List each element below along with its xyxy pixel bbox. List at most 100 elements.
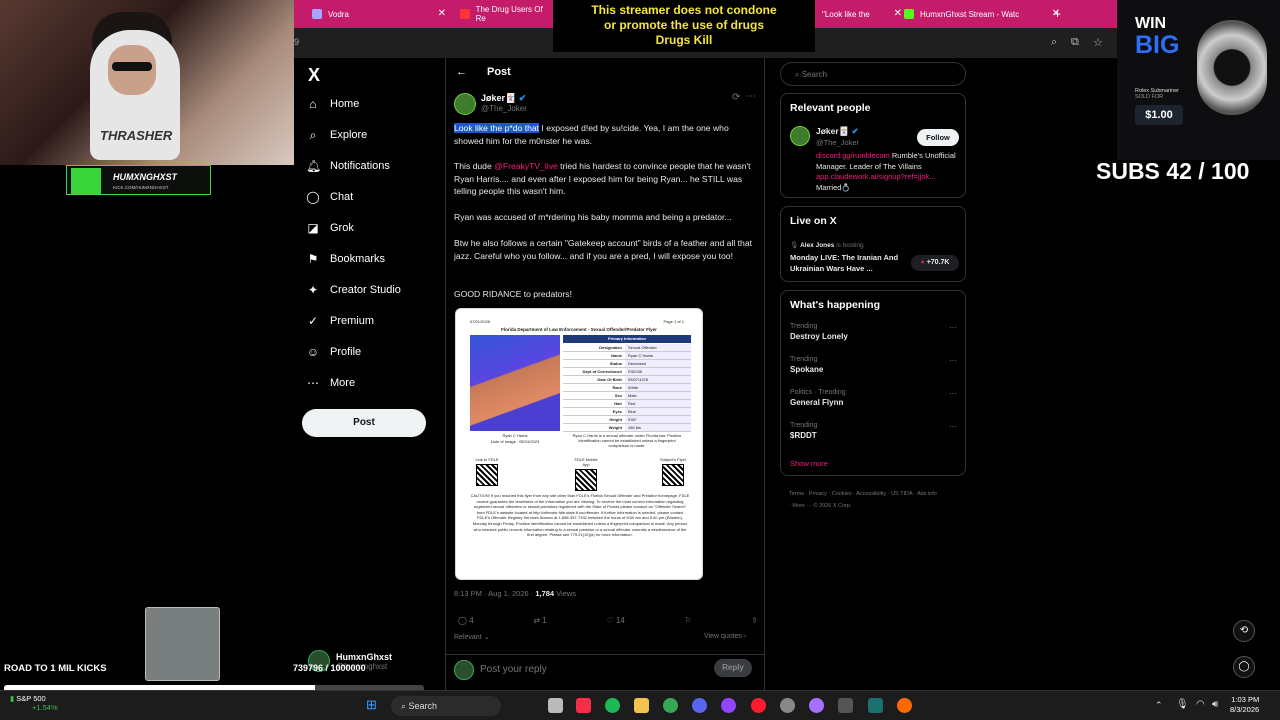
app-icon[interactable] [838,698,853,713]
compose-post-button[interactable]: Post [302,409,426,437]
view-quotes-link[interactable]: View quotes › [704,633,746,640]
qr-code: Link to FDLE [472,457,502,486]
flyer-field-row: Height 5'06" [563,416,691,424]
bio-link[interactable]: discord.gg/rumblecom [816,151,890,160]
tab-youtube[interactable]: The Drug Users Of Re [452,4,552,24]
stock-widget[interactable]: ▮ S&P 500 +1.54% [10,694,58,712]
avatar[interactable] [790,126,810,146]
opera-icon[interactable] [751,698,766,713]
bookmark-star-icon[interactable]: ☆ [1093,36,1103,49]
post-actions: ◯ 4 ⇄ 1 ♡ 14 ⚐ ⇪ [458,616,758,625]
trend-menu-icon[interactable]: ⋯ [949,323,957,332]
nav-chat[interactable]: ◯ Chat [306,186,353,208]
stock-change: +1.54% [32,703,58,712]
trend-item[interactable]: Trending $RDDT [790,422,817,440]
post-menu-icon[interactable]: ⋯ [746,91,756,102]
nav-grok[interactable]: ◪ Grok [306,217,354,239]
qr-code: FDLE Mobile App [571,457,601,491]
vodra-favicon-icon [312,9,322,19]
nav-home[interactable]: ⌂ Home [306,93,359,115]
volume-icon[interactable]: 🔊︎ [1212,699,1218,710]
disclaimer-line-1: This streamer does not condone [591,3,777,17]
trend-menu-icon[interactable]: ⋯ [949,422,957,431]
search-input[interactable]: ⌕ Search [780,62,966,86]
back-arrow-icon[interactable]: ← [456,66,467,78]
trend-item[interactable]: Trending Spokane [790,356,823,374]
nav-label: Chat [330,191,354,203]
author-handle[interactable]: @The_Joker [481,104,527,113]
mention-link[interactable]: @FreakyTV_live [494,161,558,171]
obs-icon[interactable] [780,698,795,713]
bio-link[interactable]: app.claudework.ai/signup?ref=jjok... [816,172,935,181]
live-space-title[interactable]: Monday LIVE: The Iranian And Ukrainian W… [790,253,902,274]
flyer-page: Page 1 of 1 [663,319,684,324]
bookmark-icon[interactable]: ⚐ [684,616,691,625]
trend-name: General Flynn [790,398,844,407]
photo-caption: Ryan C Harris [502,433,528,438]
live-listener-count[interactable]: ● +70.7K [911,255,959,271]
nav-more[interactable]: ⋯ More [306,372,355,394]
nav-profile[interactable]: ☺ Profile [306,341,361,363]
tab-x-post[interactable]: "Look like the ✕ [814,4,902,24]
flyer-field-label: Dept of Corrections# [582,369,622,374]
trend-category: Trending [790,323,818,330]
terminal-icon[interactable] [868,698,883,713]
card-title: Live on X [790,215,837,227]
zoom-icon[interactable]: ⌕ [1051,36,1057,49]
microphone-icon[interactable]: 🎙︎ [1176,699,1189,710]
install-icon[interactable]: ⧉ [1071,36,1079,49]
grok-explain-icon[interactable]: ⟳ [732,92,740,103]
file-app-icon[interactable] [548,698,563,713]
tweet-text: This dude [454,161,495,171]
music-app-icon[interactable] [576,698,591,713]
discord-icon[interactable] [692,698,707,713]
reply-button[interactable]: ◯ 4 [458,616,474,625]
trend-menu-icon[interactable]: ⋯ [949,389,957,398]
flyer-field-label: Race [612,385,622,390]
grok-fab-icon[interactable]: ⟲ [1233,620,1255,642]
reply-submit-button[interactable]: Reply [714,659,752,677]
show-more-link[interactable]: Show more [790,459,828,468]
nav-bookmarks[interactable]: ⚑ Bookmarks [306,248,385,270]
trend-item[interactable]: Politics · Trending General Flynn [790,389,846,407]
footer-links[interactable]: Terms · Privacy · Cookies · Accessibilit… [789,488,939,512]
listener-avatar-icon: ● [920,259,925,266]
reply-input[interactable]: Post your reply [480,664,547,675]
chrome-icon[interactable] [663,698,678,713]
nav-notifications[interactable]: 🔔︎ Notifications [306,155,390,177]
trend-item[interactable]: Trending Destroy Lonely [790,323,848,341]
nav-creator-studio[interactable]: ✦ Creator Studio [306,279,401,301]
spotify-icon[interactable] [605,698,620,713]
like-button[interactable]: ♡ 14 [606,616,624,625]
nav-explore[interactable]: ⌕ Explore [306,124,368,146]
tab-kick[interactable]: HumxnGhxst Stream - Watc ✕ [896,4,1066,24]
repost-button[interactable]: ⇄ 1 [533,616,546,625]
new-tab-button[interactable]: + [1046,4,1066,24]
follow-button[interactable]: Follow [917,129,959,146]
qr-label: Link to FDLE [475,457,499,462]
person-name[interactable]: Jøker🃏 ✔ [816,126,859,137]
share-icon[interactable]: ⇪ [751,616,758,625]
windows-start-icon[interactable]: ⊞ [366,697,377,713]
qr-code: Subject's Flyer [658,457,688,486]
tray-chevron-icon[interactable]: ⌃ [1155,700,1163,711]
app-icon[interactable] [809,698,824,713]
x-logo[interactable]: X [308,65,320,86]
author-name[interactable]: Jøker🃏 ✔ [481,93,526,104]
tab-vodra[interactable]: Vodra ✕ [304,4,452,24]
offender-flyer-image[interactable]: 07/01/2026 Page 1 of 1 Florida Departmen… [455,308,703,580]
twitch-icon[interactable] [721,698,736,713]
disclaimer-line-2: or promote the use of drugs [603,18,764,32]
file-explorer-icon[interactable] [634,698,649,713]
wifi-icon[interactable]: ◠ [1196,699,1205,710]
messages-fab-icon[interactable]: ◯ [1233,656,1255,678]
trend-menu-icon[interactable]: ⋯ [949,356,957,365]
qr-label: FDLE Mobile App [574,457,598,467]
author-avatar[interactable] [454,93,476,115]
close-tab-icon[interactable]: ✕ [438,8,446,19]
sort-relevant[interactable]: Relevant ⌄ [454,633,489,641]
taskbar-search[interactable]: ⌕ Search [391,696,501,716]
nav-premium[interactable]: ✓ Premium [306,310,374,332]
browser-icon[interactable] [897,698,912,713]
clock[interactable]: 1:03 PM 8/3/2026 [1230,695,1259,715]
